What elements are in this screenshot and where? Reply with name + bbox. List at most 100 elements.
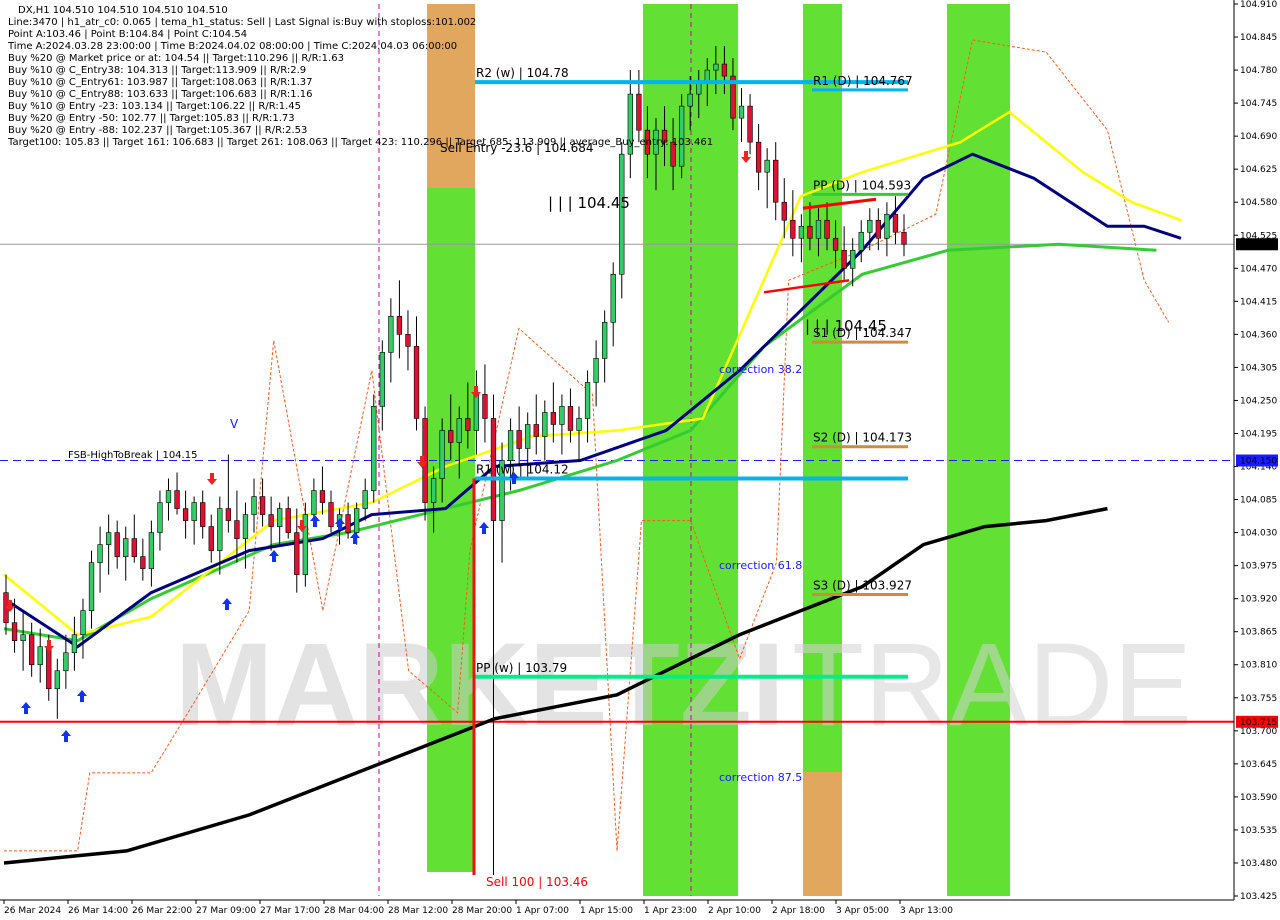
candle-body [157,502,163,533]
candle-body [482,394,488,419]
candle-body [747,105,753,143]
y-tick-label: 104.625 [1240,165,1277,175]
candle-body [191,502,197,521]
candle-body [234,520,240,539]
info-line: Buy %10 @ C_Entry38: 104.313 || Target:1… [8,65,306,76]
info-line: Buy %10 @ Entry -23: 103.134 || Target:1… [8,101,301,112]
candle-body [251,496,257,515]
candle-body [687,93,693,107]
y-tick-label: 104.745 [1240,99,1277,109]
info-line: Line:3470 | h1_atr_c0: 0.065 | tema_h1_s… [8,17,476,28]
price-tag-label: 103.715 [1240,718,1277,728]
candle-body [790,219,796,239]
zone [427,188,475,872]
candle-body [584,382,591,419]
candle-body [533,424,539,437]
candle-body [46,646,52,690]
candle-body [148,532,155,569]
iii-lower-label: | | | 104.45 [805,317,887,335]
watermark-text-2: TRADE [792,619,1192,751]
level-label: R1 (D) | 104.767 [813,74,913,88]
level-label: PP (D) | 104.593 [813,178,911,192]
candle-body [824,219,830,239]
candle-body [217,508,223,551]
candle-body [636,93,642,131]
candle-body [259,496,266,515]
candle-body [105,532,112,545]
y-tick-label: 103.810 [1240,661,1277,671]
candle-body [328,502,334,527]
y-tick-label: 103.700 [1240,727,1277,737]
candle-body [379,352,385,407]
candle-body [448,430,454,443]
price-tag-label: 104.150 [1240,457,1277,467]
candle-body [892,213,899,233]
correction-61-label: correction 61.8 [719,559,802,572]
candle-body [29,634,35,666]
y-tick-label: 104.305 [1240,363,1277,373]
candle-body [738,105,745,119]
candle-body [773,159,779,203]
candle-body [80,610,86,636]
candle-body [311,490,317,515]
x-tick-label: 28 Mar 12:00 [388,906,448,916]
x-tick-label: 26 Mar 2024 [4,906,61,916]
v-mark: V [230,417,239,431]
candle-body [884,213,890,239]
candle-body [465,418,471,431]
candle-body [268,514,274,527]
info-line: Buy %20 @ Entry -88: 102.237 || Target:1… [8,125,307,136]
candle-body [576,418,582,431]
candle-body [71,634,78,654]
candle-body [619,153,625,275]
level-label: R2 (w) | 104.78 [476,66,569,80]
price-chart[interactable]: MARKETZI TRADE R2 (w) | 104.78 R1 (w) | 1… [0,0,1280,920]
candle-body [285,508,291,533]
candle-body [225,508,232,521]
candle-body [764,159,770,173]
x-tick-label: 1 Apr 23:00 [644,906,697,916]
watermark: MARKETZI TRADE [175,619,1192,751]
candle-body [602,322,608,359]
x-tick-label: 1 Apr 07:00 [516,906,569,916]
correction-38-label: correction 38.2 [719,363,802,376]
info-line: Time A:2024.03.28 23:00:00 | Time B:2024… [7,41,457,52]
candle-body [807,225,813,239]
y-tick-label: 104.580 [1240,198,1277,208]
x-tick-label: 26 Mar 14:00 [68,906,128,916]
candle-body [507,430,514,461]
level-label: S2 (D) | 104.173 [813,431,912,445]
candle-body [182,508,189,521]
candle-body [165,490,172,503]
candle-body [850,249,856,269]
info-line: Target100: 105.83 || Target 161: 106.683… [7,137,713,148]
candle-body [353,508,360,533]
candle [371,394,377,503]
y-tick-label: 104.845 [1240,33,1277,43]
candle-body [242,514,249,539]
info-line: Buy %10 @ C_Entry88: 103.633 || Target:1… [8,89,313,100]
y-tick-label: 103.535 [1240,826,1277,836]
candle-body [63,652,69,672]
candle-body [371,406,377,491]
y-tick-label: 103.425 [1240,892,1277,902]
candle [302,502,308,587]
y-tick-label: 104.250 [1240,396,1277,406]
candle-body [550,412,557,425]
candle-body [542,412,548,437]
y-tick-label: 104.415 [1240,297,1277,307]
y-tick-label: 103.755 [1240,694,1277,704]
candle-body [525,424,531,449]
zone [947,4,1010,896]
candle-body [97,544,103,563]
candle-body [832,237,839,251]
candle-body [798,225,805,239]
candle-body [430,478,437,503]
correction-87-label: correction 87.5 [719,771,802,784]
y-tick-label: 104.690 [1240,132,1277,142]
candle-body [901,231,907,245]
candle-body [858,231,864,251]
y-tick-label: 104.780 [1240,66,1277,76]
symbol-line: DX,H1 104.510 104.510 104.510 104.510 [18,5,228,16]
candle-body [875,219,881,239]
